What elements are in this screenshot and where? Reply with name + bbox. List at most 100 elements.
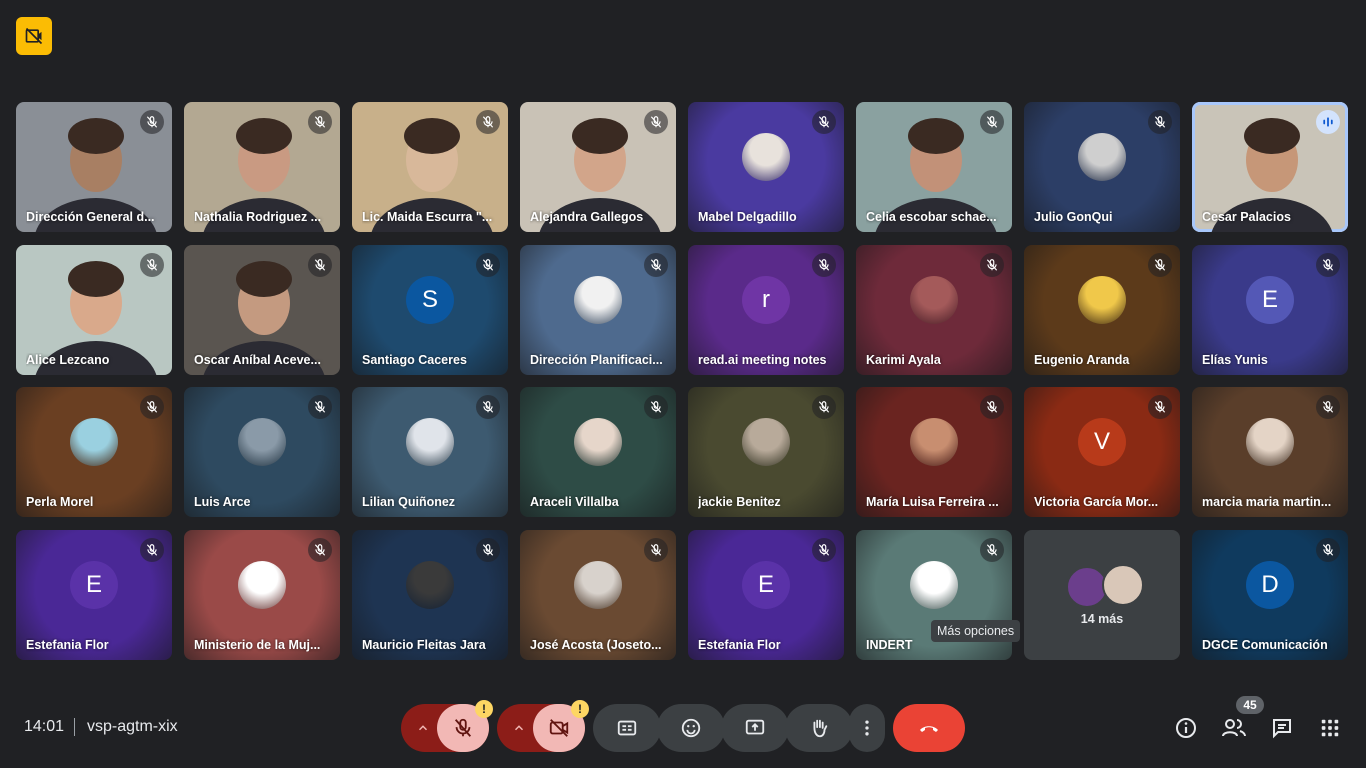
participant-tile[interactable]: José Acosta (Joseto... [520,529,676,660]
participant-tile[interactable]: Perla Morel [16,387,172,517]
participant-tile[interactable]: E Elías Yunis [1192,244,1348,375]
participant-tile[interactable]: marcia maria martin... [1192,387,1348,517]
participant-tile[interactable]: E Estefania Flor [16,529,172,660]
mic-off-icon [650,401,662,413]
participant-name: Alice Lezcano [26,352,110,367]
participant-name: Lic. Maida Escurra "... [362,210,493,224]
muted-indicator [812,537,836,562]
participant-name: Luis Arce [194,495,251,509]
camera-warning-badge: ! [571,700,589,718]
participant-tile[interactable]: Dirección Planificaci... [520,244,676,375]
mic-off-icon [146,401,158,413]
meeting-clock: 14:01 [24,718,65,735]
avatar: S [406,275,454,324]
mic-off-icon [1322,543,1334,556]
present-screen-button[interactable] [721,704,789,752]
avatar [910,560,958,609]
participant-tile[interactable]: D DGCE Comunicación [1192,529,1348,660]
mic-off-icon [650,543,662,556]
participant-name: Elías Yunis [1202,352,1268,367]
participant-tile[interactable]: Lic. Maida Escurra "... [352,102,508,232]
camera-control: ! [497,700,589,752]
emoji-icon [681,718,701,738]
participant-tile[interactable]: Karimi Ayala [856,244,1012,375]
participant-tile[interactable]: Araceli Villalba [520,387,676,517]
participant-name: Mauricio Fleitas Jara [362,637,486,652]
apps-icon [1321,719,1339,737]
participant-name: Ministerio de la Muj... [194,637,321,652]
mic-off-icon [818,543,830,556]
participant-name: Cesar Palacios [1202,210,1291,224]
participant-name: Santiago Caceres [362,352,467,367]
mic-off-icon [1154,258,1166,271]
avatar: D [1246,560,1294,609]
chat-button[interactable] [1266,712,1298,744]
leave-call-button[interactable] [893,704,965,752]
avatar [70,418,118,466]
mic-warning-badge: ! [475,700,493,718]
recording-off-icon [25,27,43,45]
muted-indicator [980,252,1004,277]
avatar: V [1078,418,1126,466]
participant-name: Estefania Flor [698,637,781,652]
mic-off-icon [818,116,830,128]
muted-indicator [308,537,332,562]
mic-off-icon [482,401,494,413]
raise-hand-button[interactable] [785,704,853,752]
participant-name: Julio GonQui [1034,210,1113,224]
participant-tile[interactable]: S Santiago Caceres [352,244,508,375]
participant-tile[interactable]: Nathalia Rodriguez ... [184,102,340,232]
participant-name: José Acosta (Joseto... [530,637,662,652]
chevron-up-icon [418,725,428,731]
avatar [1078,275,1126,324]
mic-off-icon [1154,401,1166,413]
participant-tile[interactable]: Luis Arce [184,387,340,517]
muted-indicator [140,252,164,277]
reactions-button[interactable] [657,704,725,752]
participant-tile[interactable]: Celia escobar schae... [856,102,1012,232]
participant-tile[interactable]: Mabel Delgadillo [688,102,844,232]
captions-button[interactable] [593,704,661,752]
mic-off-icon [1322,258,1334,271]
chevron-up-icon [514,725,524,731]
people-icon [1222,719,1246,737]
participant-tile[interactable]: E Estefania Flor [688,529,844,660]
mic-off-icon [314,401,326,413]
muted-indicator [812,110,836,134]
participant-name: Karimi Ayala [866,352,941,367]
participant-tile[interactable]: jackie Benitez [688,387,844,517]
participant-tile[interactable]: V Victoria García Mor... [1024,387,1180,517]
mic-off-icon [314,258,326,271]
mic-off-icon [986,401,998,413]
meeting-details-button[interactable] [1170,712,1202,744]
participant-tile[interactable]: María Luisa Ferreira ... [856,387,1012,517]
participant-name: Dirección General d... [26,210,155,224]
muted-indicator [1148,110,1172,134]
participant-tile[interactable]: Eugenio Aranda [1024,244,1180,375]
more-participants-tile[interactable]: 14 más [1024,529,1180,660]
participant-tile[interactable]: Cesar Palacios [1192,102,1348,232]
mic-off-icon [818,401,830,413]
mic-off-icon [986,258,998,271]
mic-off-icon [146,116,158,128]
participant-tile[interactable]: r read.ai meeting notes [688,244,844,375]
recording-off-badge[interactable] [16,17,52,55]
muted-indicator [308,110,332,134]
participant-tile[interactable]: Oscar Aníbal Aceve... [184,244,340,375]
microphone-control: ! [401,700,493,752]
participant-tile[interactable]: Julio GonQui [1024,102,1180,232]
participant-tile[interactable]: Dirección General d... [16,102,172,232]
participant-tile[interactable]: Mauricio Fleitas Jara [352,529,508,660]
avatar [742,133,790,181]
more-options-tooltip: Más opciones [931,620,1021,642]
participant-tile[interactable]: Ministerio de la Muj... [184,529,340,660]
mic-off-icon [818,258,830,271]
activities-button[interactable] [1314,712,1346,744]
participant-tile[interactable]: Lilian Quiñonez [352,387,508,517]
participant-tile[interactable]: Alice Lezcano [16,244,172,375]
people-button[interactable] [1218,712,1250,744]
avatar [238,418,286,466]
avatar [574,275,622,324]
more-options-button[interactable] [849,704,885,752]
participant-tile[interactable]: Alejandra Gallegos [520,102,676,232]
